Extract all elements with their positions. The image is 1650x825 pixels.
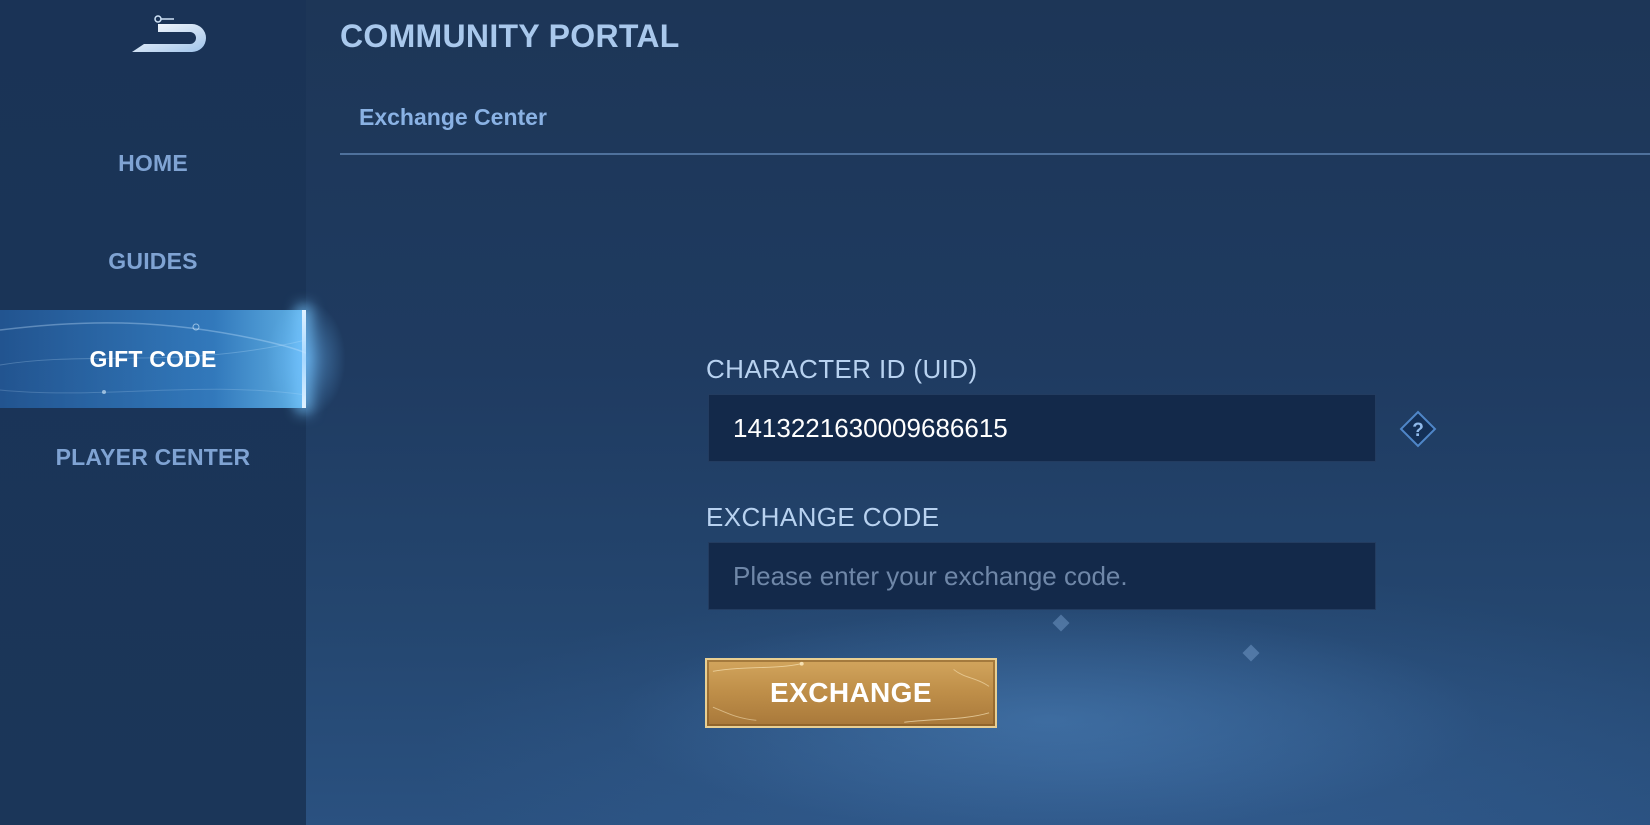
- app-window: HOME GUIDES GIFT CODE PLAYER CENTER COMM…: [0, 0, 1650, 825]
- sidebar-item-label: GUIDES: [108, 247, 198, 274]
- sparkle-decoration: [1242, 644, 1260, 662]
- breadcrumb[interactable]: Exchange Center: [359, 104, 547, 131]
- sidebar-item-gift-code[interactable]: GIFT CODE: [0, 300, 346, 418]
- sidebar-item-player-center[interactable]: PLAYER CENTER: [0, 408, 306, 506]
- sidebar-item-guides[interactable]: GUIDES: [0, 212, 306, 310]
- uid-label: CHARACTER ID (UID): [706, 354, 978, 384]
- header-divider: [340, 153, 1650, 155]
- page-title: COMMUNITY PORTAL: [340, 18, 680, 54]
- sidebar-item-label: PLAYER CENTER: [55, 443, 251, 470]
- back-arrow-icon[interactable]: [130, 14, 214, 58]
- sidebar-item-home[interactable]: HOME: [0, 114, 306, 212]
- question-diamond-icon[interactable]: ?: [1399, 410, 1437, 448]
- sidebar-item-label: GIFT CODE: [89, 345, 217, 372]
- svg-text:?: ?: [1412, 420, 1424, 441]
- uid-field[interactable]: 1413221630009686615: [708, 394, 1376, 462]
- exchange-button[interactable]: EXCHANGE: [705, 658, 997, 728]
- sidebar-item-label: HOME: [118, 149, 188, 176]
- exchange-button-label: EXCHANGE: [770, 677, 932, 708]
- sparkle-decoration: [1052, 614, 1070, 632]
- exchange-code-label: EXCHANGE CODE: [706, 502, 940, 532]
- exchange-code-input[interactable]: [708, 542, 1376, 610]
- sidebar: HOME GUIDES GIFT CODE PLAYER CENTER: [0, 0, 346, 825]
